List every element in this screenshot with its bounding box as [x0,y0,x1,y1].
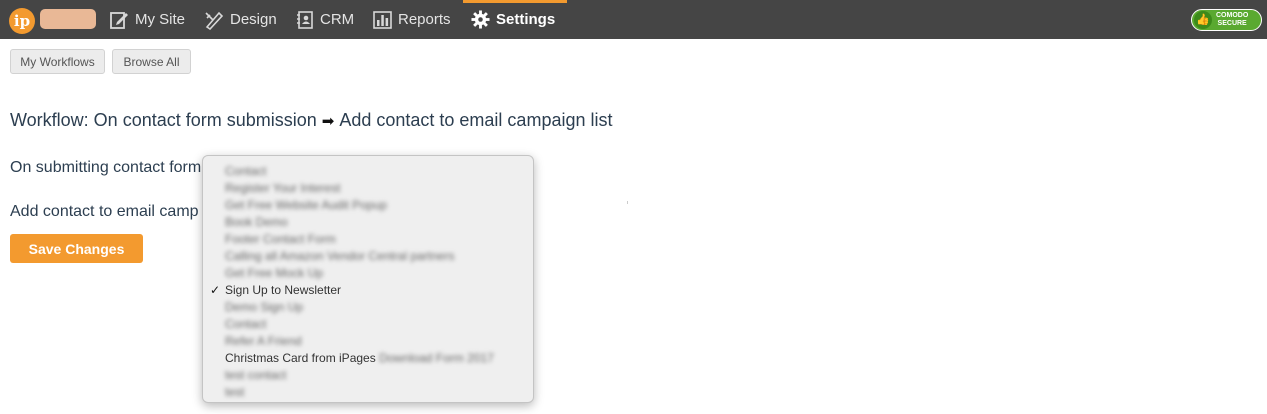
bar-chart-icon [373,10,392,30]
dropdown-option[interactable]: ✓ Sign Up to Newsletter [203,282,533,299]
workflow-title-prefix: Workflow: On contact form submission [10,110,317,130]
dropdown-option-label: Sign Up to Newsletter [225,283,342,297]
nav-settings[interactable]: Settings [462,0,568,39]
dropdown-option[interactable]: Contact [203,316,533,333]
dropdown-option[interactable]: Christmas Card from iPages Download Form… [203,350,533,367]
workflow-title-suffix: Add contact to email campaign list [339,110,613,130]
nav-my-site-label: My Site [135,11,186,28]
gear-icon [471,10,490,29]
dropdown-option-label: Calling all Amazon Vendor Central partne… [225,249,455,263]
dropdown-option[interactable]: Footer Contact Form [203,231,533,248]
dropdown-option-label-tail: Download Form 2017 [379,351,494,365]
dropdown-option[interactable]: Book Demo [203,214,533,231]
nav-design-label: Design [230,11,277,28]
submitting-form-label: On submitting contact form [10,159,202,176]
nav-reports[interactable]: Reports [373,0,451,39]
nav-my-site[interactable]: My Site [109,0,185,39]
dropdown-option-label: Get Free Mock Up [225,266,324,280]
dropdown-option[interactable]: Register Your Interest [203,180,533,197]
top-nav-bar: ip My Site Design CRM Reports Settings 👍 [0,0,1267,39]
nav-reports-label: Reports [398,11,451,28]
nav-settings-label: Settings [496,11,556,28]
badge-line-2: SECURE [1217,20,1247,27]
save-changes-button[interactable]: Save Changes [10,234,143,263]
dropdown-option-label: Christmas Card from iPages [225,351,376,365]
dropdown-option-label: Get Free Website Audit Popup [225,198,387,212]
dropdown-option-label: test [225,385,245,399]
add-contact-label: Add contact to email camp [10,203,199,220]
workflow-title: Workflow: On contact form submission ➡ A… [10,110,612,131]
dropdown-option-label: Contact [225,164,267,178]
dropdown-option-label: Register Your Interest [225,181,341,195]
address-book-icon [296,10,314,30]
user-account-pill[interactable] [40,9,96,29]
dropdown-option[interactable]: test [203,384,533,401]
stray-cursor-mark [627,201,628,204]
design-tools-icon [204,10,224,30]
dropdown-option-label: test contact [225,368,287,382]
dropdown-option-label: Demo Sign Up [225,300,304,314]
checkmark-icon: ✓ [210,283,221,297]
thumbs-up-icon: 👍 [1194,11,1212,29]
dropdown-option[interactable]: Get Free Mock Up [203,265,533,282]
nav-crm-label: CRM [320,11,355,28]
dropdown-option[interactable]: Get Free Website Audit Popup [203,197,533,214]
browse-all-button[interactable]: Browse All [112,49,191,74]
nav-crm[interactable]: CRM [296,0,354,39]
contact-form-dropdown[interactable]: Contact Register Your Interest Get Free We… [202,155,534,403]
dropdown-option[interactable]: Calling all Amazon Vendor Central partne… [203,248,533,265]
dropdown-option[interactable]: Refer A Friend [203,333,533,350]
edit-page-icon [109,10,129,30]
dropdown-option[interactable]: Demo Sign Up [203,299,533,316]
dropdown-option-label: Book Demo [225,215,288,229]
badge-line-1: COMODO [1216,12,1249,19]
dropdown-option[interactable]: test contact [203,367,533,384]
comodo-secure-badge: 👍 COMODO SECURE [1191,9,1262,31]
nav-design[interactable]: Design [204,0,277,39]
dropdown-option[interactable]: Contact [203,163,533,180]
ipages-logo[interactable]: ip [9,8,35,34]
dropdown-option-label: Footer Contact Form [225,232,336,246]
my-workflows-button[interactable]: My Workflows [10,49,105,74]
badge-text: COMODO SECURE [1216,12,1248,28]
dropdown-option-label: Contact [225,317,267,331]
right-arrow-icon: ➡ [321,112,335,130]
dropdown-option-label: Refer A Friend [225,334,302,348]
